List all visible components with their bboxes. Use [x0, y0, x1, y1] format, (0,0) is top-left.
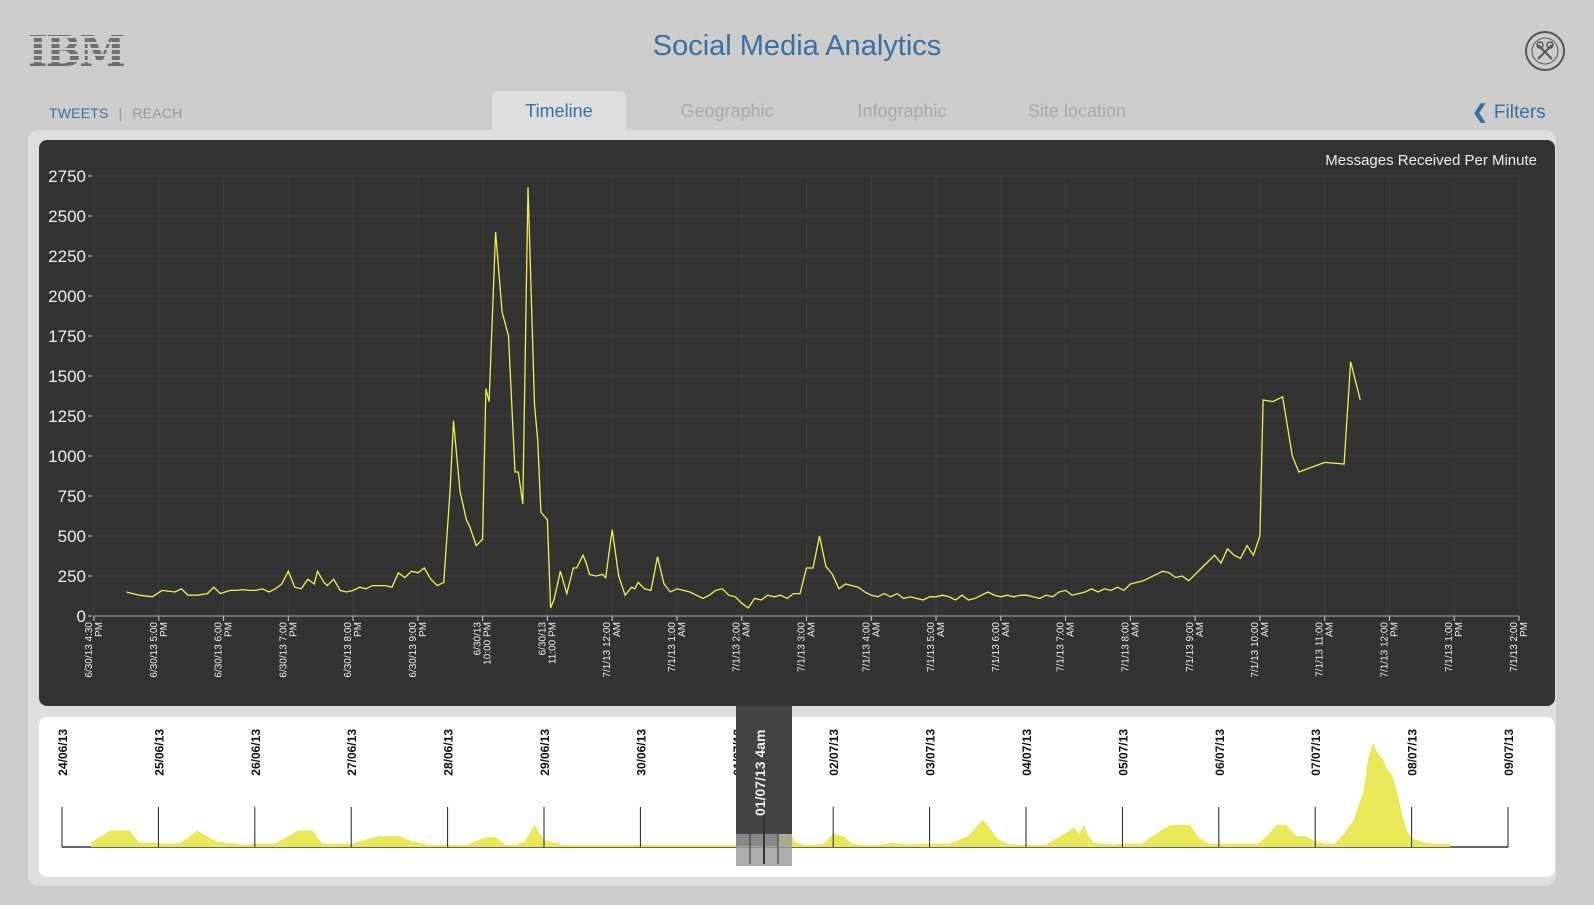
overview-tick-label: 27/06/13: [345, 729, 359, 776]
x-tick-label: 6/30/13 8:00 PM: [343, 622, 364, 678]
y-tick-label: 2250: [48, 247, 86, 266]
overview-tick-label: 03/07/13: [924, 729, 938, 776]
y-tick-label: 2500: [48, 207, 86, 226]
overview-tick-label: 25/06/13: [152, 729, 166, 776]
mode-switch: TWEETS | REACH: [49, 105, 182, 121]
page-title: Social Media Analytics: [652, 30, 942, 62]
filters-label: Filters: [1493, 102, 1546, 123]
x-tick-label: 7/1/13 5:00 AM: [926, 622, 947, 672]
y-tick-label: 1500: [48, 367, 86, 386]
x-tick-label: 6/30/13 4:30 PM: [84, 622, 105, 678]
x-tick-label-line2: PM: [288, 622, 299, 637]
x-tick-label-line2: AM: [612, 622, 623, 637]
x-tick-label: 7/1/13 3:00 AM: [797, 622, 818, 672]
x-tick-label-line2: PM: [1519, 622, 1530, 637]
range-brush-handle[interactable]: 01/07/13 4am: [736, 706, 792, 866]
x-tick-label-line2: 11:00 PM: [547, 622, 558, 664]
mode-separator: |: [118, 105, 123, 121]
x-tick-label: 6/30/13 7:00 PM: [278, 622, 299, 678]
tab-infographic[interactable]: Infographic: [827, 91, 977, 131]
messages-series-line: [126, 187, 1361, 609]
x-tick-label-line2: PM: [418, 622, 429, 637]
x-tick-label-line2: PM: [159, 622, 170, 637]
y-tick-label: 750: [58, 487, 86, 506]
overview-tick-label: 26/06/13: [249, 729, 263, 776]
y-tick-label: 2750: [48, 167, 86, 186]
overview-tick-label: 30/06/13: [634, 729, 648, 776]
overview-tick-label: 29/06/13: [538, 729, 552, 776]
tab-site-location[interactable]: Site location: [1002, 91, 1152, 131]
x-tick-label: 7/1/13 12:00 PM: [1379, 622, 1400, 678]
x-tick-label-line2: AM: [1001, 622, 1012, 637]
x-tick-label: 7/1/13 8:00 AM: [1120, 622, 1141, 672]
overview-tick-label: 28/06/13: [442, 729, 456, 776]
y-tick-label: 1000: [48, 447, 86, 466]
chevron-left-icon: ❮: [1472, 102, 1488, 123]
filters-button[interactable]: ❮ Filters: [1472, 101, 1546, 124]
y-tick-label: 500: [58, 527, 86, 546]
x-tick-label-line2: AM: [936, 622, 947, 637]
x-tick-label: 7/1/13 1:00 AM: [667, 622, 688, 672]
x-tick-label-line2: AM: [1260, 622, 1271, 637]
x-tick-label: 7/1/13 1:00 PM: [1444, 622, 1465, 672]
tweets-toggle[interactable]: TWEETS: [49, 105, 109, 121]
overview-tick-label: 08/07/13: [1406, 729, 1420, 776]
x-tick-label-line2: AM: [1130, 622, 1141, 637]
x-tick-label-line2: AM: [1066, 622, 1077, 637]
x-tick-label-line2: PM: [224, 622, 235, 637]
x-tick-label-line2: PM: [94, 622, 105, 637]
overview-tick-label: 05/07/13: [1116, 729, 1130, 776]
x-tick-label-line2: AM: [1195, 622, 1206, 637]
x-tick-label-line2: PM: [1389, 622, 1400, 637]
overview-tick-label: 02/07/13: [827, 729, 841, 776]
x-tick-label: 7/1/13 9:00 AM: [1185, 622, 1206, 672]
y-tick-label: 2000: [48, 287, 86, 306]
x-tick-label: 7/1/13 10:00 AM: [1250, 622, 1271, 678]
timeline-chart-svg: 0250500750100012501500175020002250250027…: [48, 167, 1530, 678]
overview-tick-label: 09/07/13: [1502, 729, 1516, 776]
tab-timeline[interactable]: Timeline: [492, 91, 626, 131]
x-tick-label: 7/1/13 2:00 AM: [732, 622, 753, 672]
y-tick-label: 250: [58, 567, 86, 586]
timeline-chart[interactable]: 0 250 500 750 1000 1250 1500 1750 2000 2250 2500 27…: [39, 140, 1555, 706]
x-tick-label: 7/1/13 2:00 PM: [1509, 622, 1530, 672]
x-tick-label: 7/1/13 11:00 AM: [1315, 622, 1336, 677]
overview-chart[interactable]: 24/06/13 25/06/13 26/06/13 27/06/13 28/06/13…: [39, 717, 1555, 877]
overview-tick-label: 04/07/13: [1020, 729, 1034, 776]
x-tick-label: 6/30/13 5:00 PM: [149, 622, 170, 678]
x-tick-label: 6/30/13 10:00 PM: [473, 622, 494, 665]
overview-tick-label: 24/06/13: [56, 729, 70, 776]
x-tick-label-line2: AM: [677, 622, 688, 637]
tab-geographic[interactable]: Geographic: [652, 91, 802, 131]
x-tick-label-line2: 10:00 PM: [483, 622, 494, 665]
x-tick-label: 7/1/13 6:00 AM: [991, 622, 1012, 672]
wimbledon-emblem-icon: [1524, 30, 1566, 72]
x-tick-label: 6/30/13 9:00 PM: [408, 622, 429, 678]
x-tick-label-line2: PM: [1454, 622, 1465, 637]
overview-chart-svg: 24/06/13 25/06/13 26/06/13 27/06/13 28/06/13…: [56, 729, 1516, 848]
x-tick-label: 7/1/13 7:00 AM: [1056, 622, 1077, 672]
x-tick-label-line2: PM: [353, 622, 364, 637]
selected-range-label: 01/07/13 4am: [752, 729, 768, 816]
overview-tick-label: 06/07/13: [1213, 729, 1227, 776]
x-tick-label: 7/1/13 12:00 AM: [602, 622, 623, 678]
x-tick-label: 6/30/13 11:00 PM: [537, 622, 558, 664]
x-tick-label: 7/1/13 4:00 AM: [861, 622, 882, 672]
x-tick-label-line2: AM: [807, 622, 818, 637]
x-tick-label-line2: AM: [871, 622, 882, 637]
chart-title: Messages Received Per Minute: [1325, 152, 1537, 169]
x-tick-label-line2: AM: [742, 622, 753, 637]
x-tick-label-line2: AM: [1325, 622, 1336, 637]
reach-toggle[interactable]: REACH: [132, 105, 182, 121]
y-tick-label: 1250: [48, 407, 86, 426]
y-tick-label: 1750: [48, 327, 86, 346]
overview-tick-label: 07/07/13: [1309, 729, 1323, 776]
x-tick-label: 6/30/13 6:00 PM: [214, 622, 235, 678]
